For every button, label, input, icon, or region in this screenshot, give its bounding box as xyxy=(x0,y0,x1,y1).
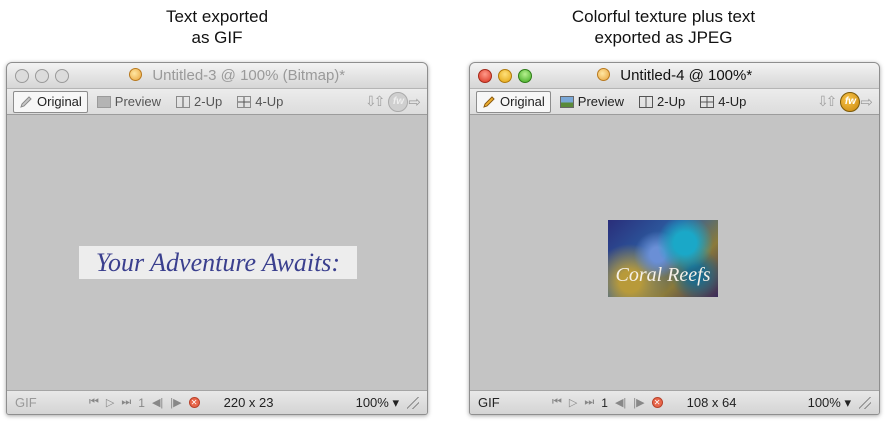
stop-icon[interactable]: ✕ xyxy=(188,397,200,408)
two-up-icon xyxy=(176,95,191,108)
prev-frame-icon[interactable]: ◀| xyxy=(152,396,163,409)
image-size: 220 x 23 xyxy=(223,395,274,410)
preview-icon xyxy=(559,95,574,108)
gif-text-image: Your Adventure Awaits: xyxy=(79,246,357,279)
status-bar: GIF ⏮ ▷ ⏭ 1 ◀| |▶ ✕ 220 x 23 100% ▾ xyxy=(7,390,427,414)
first-frame-icon[interactable]: ⏮ xyxy=(89,396,99,409)
toolbar-extras: ⇩⇧ fw ⇨ xyxy=(817,91,873,112)
export-format[interactable]: GIF xyxy=(478,395,552,410)
image-text: Your Adventure Awaits: xyxy=(95,247,341,277)
optimize-arrows-icon[interactable]: ⇩⇧ xyxy=(365,93,386,110)
zoom-menu[interactable]: 100% ▾ xyxy=(356,395,399,411)
caption-jpeg: Colorful texture plus text exported as J… xyxy=(440,6,887,48)
view-toolbar: Original Preview 2-Up 4-Up ⇩⇧ fw ⇨ xyxy=(470,89,879,115)
title-bar[interactable]: Untitled-4 @ 100%* xyxy=(470,63,879,89)
tab-label: Preview xyxy=(577,94,625,109)
export-format[interactable]: GIF xyxy=(15,395,89,410)
chevron-down-icon: ▾ xyxy=(844,394,851,410)
stop-icon[interactable]: ✕ xyxy=(651,397,663,408)
fireworks-logo-icon[interactable]: fw xyxy=(388,91,409,112)
tab-4-up[interactable]: 4-Up xyxy=(694,91,752,113)
caption-line: exported as JPEG xyxy=(594,28,733,47)
pencil-icon xyxy=(20,95,32,108)
last-frame-icon[interactable]: ⏭ xyxy=(121,396,131,409)
prev-frame-icon[interactable]: ◀| xyxy=(615,396,626,409)
canvas-area[interactable]: Your Adventure Awaits: xyxy=(7,117,427,390)
frame-controls: ⏮ ▷ ⏭ 1 ◀| |▶ ✕ xyxy=(552,396,663,410)
tab-2-up[interactable]: 2-Up xyxy=(633,91,691,113)
edit-arrow-icon: ⇨ xyxy=(408,93,421,111)
caption-line: Text exported xyxy=(165,7,269,26)
tab-label: Preview xyxy=(114,94,162,109)
caption-gif: Text exported as GIF xyxy=(0,6,434,48)
tab-preview[interactable]: Preview xyxy=(554,91,630,113)
tab-label: 4-Up xyxy=(255,94,284,109)
play-icon[interactable]: ▷ xyxy=(106,396,114,409)
document-window-jpeg[interactable]: Untitled-4 @ 100%* Original Preview 2-Up… xyxy=(469,62,880,415)
two-up-icon xyxy=(639,95,654,108)
next-frame-icon[interactable]: |▶ xyxy=(633,396,644,409)
frame-controls: ⏮ ▷ ⏭ 1 ◀| |▶ ✕ xyxy=(89,396,200,410)
window-title-area: Untitled-3 @ 100% (Bitmap)* xyxy=(7,67,427,85)
next-frame-icon[interactable]: |▶ xyxy=(170,396,181,409)
view-toolbar: Original Preview 2-Up 4-Up ⇩⇧ fw ⇨ xyxy=(7,89,427,115)
preview-icon xyxy=(96,95,111,108)
document-icon xyxy=(596,68,610,81)
tab-label: 2-Up xyxy=(194,94,223,109)
frame-number: 1 xyxy=(601,395,608,410)
window-title: Untitled-3 @ 100% (Bitmap)* xyxy=(152,67,346,84)
caption-line: Colorful texture plus text xyxy=(571,7,756,26)
frame-number: 1 xyxy=(138,395,145,410)
optimize-arrows-icon[interactable]: ⇩⇧ xyxy=(817,93,838,110)
zoom-menu[interactable]: 100% ▾ xyxy=(808,395,851,411)
tab-2-up[interactable]: 2-Up xyxy=(170,91,228,113)
tab-preview[interactable]: Preview xyxy=(91,91,167,113)
first-frame-icon[interactable]: ⏮ xyxy=(552,396,562,409)
window-title-area: Untitled-4 @ 100%* xyxy=(470,67,879,85)
tab-original[interactable]: Original xyxy=(476,90,551,113)
fireworks-logo-icon[interactable]: fw xyxy=(840,91,861,112)
document-icon xyxy=(128,68,142,81)
pencil-icon xyxy=(483,95,495,108)
tab-4-up[interactable]: 4-Up xyxy=(231,91,289,113)
four-up-icon xyxy=(237,95,252,108)
tab-label: 2-Up xyxy=(657,94,686,109)
four-up-icon xyxy=(700,95,715,108)
resize-grip-icon[interactable] xyxy=(407,396,419,409)
edit-arrow-icon: ⇨ xyxy=(860,93,873,111)
tab-label: Original xyxy=(37,94,82,109)
status-bar: GIF ⏮ ▷ ⏭ 1 ◀| |▶ ✕ 108 x 64 100% ▾ xyxy=(470,390,879,414)
window-title: Untitled-4 @ 100%* xyxy=(620,67,753,84)
coral-reefs-image: Coral Reefs xyxy=(608,220,718,297)
tab-label: 4-Up xyxy=(718,94,747,109)
play-icon[interactable]: ▷ xyxy=(569,396,577,409)
caption-line: as GIF xyxy=(191,28,243,47)
title-bar[interactable]: Untitled-3 @ 100% (Bitmap)* xyxy=(7,63,427,89)
canvas-area[interactable]: Coral Reefs xyxy=(470,117,879,390)
chevron-down-icon: ▾ xyxy=(392,394,399,410)
tab-original[interactable]: Original xyxy=(13,90,88,113)
tab-label: Original xyxy=(500,94,545,109)
resize-grip-icon[interactable] xyxy=(859,396,871,409)
toolbar-extras: ⇩⇧ fw ⇨ xyxy=(365,91,421,112)
image-size: 108 x 64 xyxy=(686,395,737,410)
last-frame-icon[interactable]: ⏭ xyxy=(584,396,594,409)
document-window-gif[interactable]: Untitled-3 @ 100% (Bitmap)* Original Pre… xyxy=(6,62,428,415)
image-text: Coral Reefs xyxy=(615,264,711,286)
